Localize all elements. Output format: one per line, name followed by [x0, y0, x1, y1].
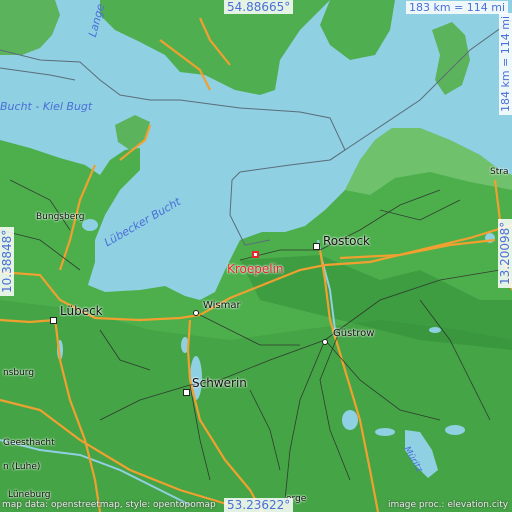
- city-label-insburg: nsburg: [3, 368, 35, 378]
- city-label-bungsberg: Bungsberg: [36, 212, 85, 222]
- map-credit: map data: openstreetmap, style: opentopo…: [2, 500, 216, 510]
- coord-west: 10.38848°: [0, 226, 14, 296]
- image-credit: image proc.: elevation.city: [388, 500, 509, 510]
- lake-9: [429, 327, 441, 333]
- city-label-schwerin[interactable]: Schwerin: [192, 376, 247, 390]
- city-marker-schwerin[interactable]: [183, 389, 190, 396]
- city-marker-kroepelin[interactable]: [252, 251, 259, 258]
- lake-4: [445, 425, 465, 435]
- city-label-kroepelin[interactable]: Kroepelin: [227, 262, 284, 276]
- scale-horizontal: 183 km = 114 mi: [406, 1, 509, 14]
- map-view[interactable]: Bucht - Kiel Bugt Lübecker Bucht Lange K…: [0, 0, 512, 512]
- city-label-luneburg: Lüneburg: [8, 490, 51, 500]
- city-label-wismar[interactable]: Wismar: [203, 300, 241, 311]
- city-label-stra: Stra: [490, 167, 509, 177]
- coord-east: 13.20098°: [498, 218, 512, 288]
- city-label-luhe: n (Luhe): [3, 462, 41, 472]
- lake-5: [375, 428, 395, 436]
- city-marker-wismar[interactable]: [193, 310, 199, 316]
- city-marker-luebeck[interactable]: [50, 317, 57, 324]
- city-label-geesthacht: Geesthacht: [3, 438, 55, 448]
- city-label-guestrow[interactable]: Güstrow: [333, 328, 374, 339]
- city-label-luebeck[interactable]: Lübeck: [60, 304, 103, 318]
- city-label-rostock[interactable]: Rostock: [323, 234, 370, 248]
- scale-vertical: 184 km = 114 mi: [499, 12, 512, 115]
- coord-north: 54.88665°: [224, 0, 294, 14]
- water-label-kiel-bay: Bucht - Kiel Bugt: [0, 100, 93, 113]
- lake-3: [342, 410, 358, 430]
- coord-south: 53.23622°: [224, 498, 294, 512]
- city-marker-guestrow[interactable]: [322, 339, 328, 345]
- city-marker-rostock[interactable]: [313, 243, 320, 250]
